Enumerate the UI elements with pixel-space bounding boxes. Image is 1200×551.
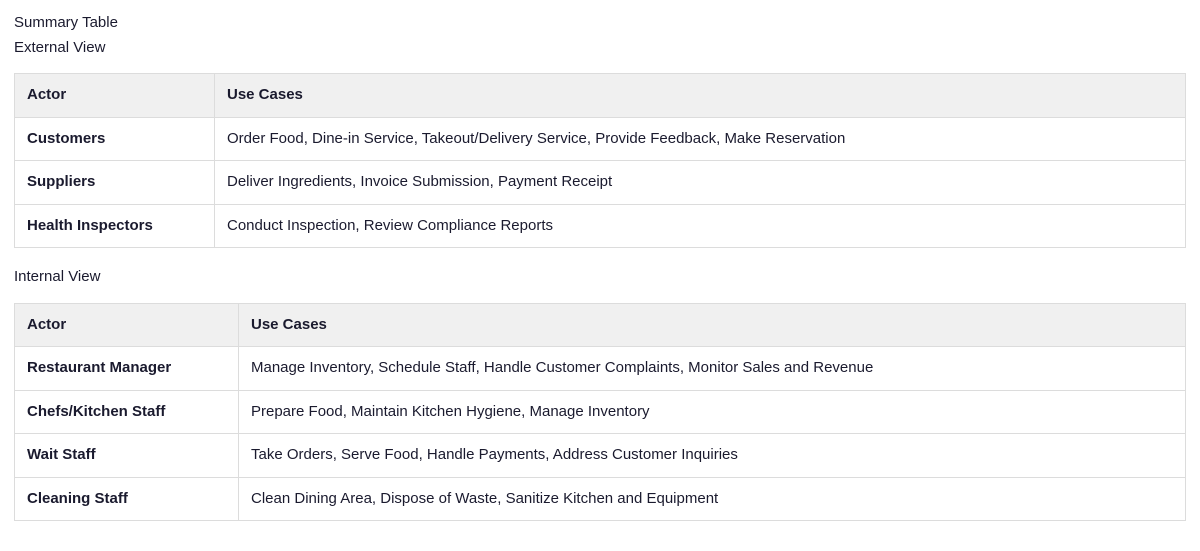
external-table: Actor Use Cases Customers Order Food, Di…	[14, 73, 1186, 248]
actor-cell: Restaurant Manager	[15, 347, 239, 391]
table-header-row: Actor Use Cases	[15, 303, 1186, 347]
col-actor-header: Actor	[15, 74, 215, 118]
usecases-cell: Conduct Inspection, Review Compliance Re…	[215, 204, 1186, 248]
table-row: Suppliers Deliver Ingredients, Invoice S…	[15, 161, 1186, 205]
usecases-cell: Manage Inventory, Schedule Staff, Handle…	[239, 347, 1186, 391]
actor-cell: Chefs/Kitchen Staff	[15, 390, 239, 434]
actor-cell: Wait Staff	[15, 434, 239, 478]
table-row: Cleaning Staff Clean Dining Area, Dispos…	[15, 477, 1186, 521]
internal-view-heading: Internal View	[14, 266, 1186, 289]
table-row: Wait Staff Take Orders, Serve Food, Hand…	[15, 434, 1186, 478]
usecases-cell: Take Orders, Serve Food, Handle Payments…	[239, 434, 1186, 478]
col-usecases-header: Use Cases	[239, 303, 1186, 347]
actor-cell: Customers	[15, 117, 215, 161]
page-title: Summary Table	[14, 12, 1186, 35]
col-actor-header: Actor	[15, 303, 239, 347]
usecases-cell: Prepare Food, Maintain Kitchen Hygiene, …	[239, 390, 1186, 434]
usecases-cell: Deliver Ingredients, Invoice Submission,…	[215, 161, 1186, 205]
table-row: Health Inspectors Conduct Inspection, Re…	[15, 204, 1186, 248]
table-header-row: Actor Use Cases	[15, 74, 1186, 118]
actor-cell: Health Inspectors	[15, 204, 215, 248]
col-usecases-header: Use Cases	[215, 74, 1186, 118]
usecases-cell: Clean Dining Area, Dispose of Waste, San…	[239, 477, 1186, 521]
actor-cell: Suppliers	[15, 161, 215, 205]
table-row: Customers Order Food, Dine-in Service, T…	[15, 117, 1186, 161]
actor-cell: Cleaning Staff	[15, 477, 239, 521]
table-row: Chefs/Kitchen Staff Prepare Food, Mainta…	[15, 390, 1186, 434]
internal-table: Actor Use Cases Restaurant Manager Manag…	[14, 303, 1186, 522]
usecases-cell: Order Food, Dine-in Service, Takeout/Del…	[215, 117, 1186, 161]
table-row: Restaurant Manager Manage Inventory, Sch…	[15, 347, 1186, 391]
external-view-heading: External View	[14, 37, 1186, 60]
